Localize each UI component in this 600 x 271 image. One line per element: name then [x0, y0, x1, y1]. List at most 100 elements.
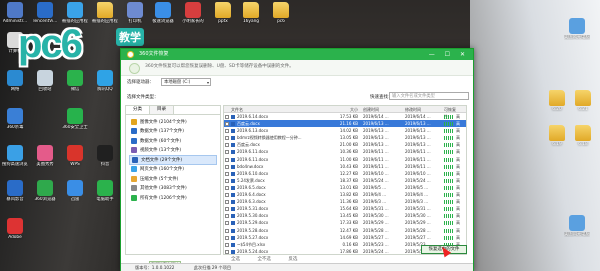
desktop-icon[interactable]: pc6	[268, 2, 294, 24]
desktop-icon[interactable]: 6.20	[544, 90, 570, 112]
row-checkbox[interactable]	[225, 221, 229, 226]
table-row[interactable]: bdo4nw.docx 10.43 KB 2019/6/11 ... 2019/6/1…	[224, 163, 466, 170]
search-input[interactable]: 输入文件名或文件类型	[389, 92, 469, 100]
desktop-icon[interactable]: TencentVi...	[32, 2, 58, 24]
file-name-cell: ~$54节目.xlsx	[230, 241, 334, 248]
desktop-icon[interactable]: 被插的应用程序	[62, 2, 88, 24]
file-type-item[interactable]: 数据文件 (137个文件)	[129, 127, 217, 137]
desktop-icon[interactable]: 360杀毒	[2, 108, 28, 130]
row-checkbox[interactable]	[225, 185, 229, 190]
file-type-item[interactable]: 其他文件 (3083个文件)	[129, 184, 217, 194]
column-header[interactable]: 可恢复性	[444, 106, 456, 119]
file-size: 21.16 KB	[339, 121, 358, 127]
column-header[interactable]	[456, 106, 466, 112]
file-type-item[interactable]: 网页文件 (160个文件)	[129, 165, 217, 175]
title-bar[interactable]: 360文件恢复 — ☐ ✕	[121, 49, 473, 60]
file-type-item[interactable]: 图像文件 (2104个文件)	[129, 117, 217, 127]
desktop-icon[interactable]: 搜狗高速浏览器	[2, 145, 28, 167]
desktop-icon[interactable]: 微信	[62, 70, 88, 92]
row-checkbox[interactable]	[225, 129, 229, 134]
row-checkbox[interactable]	[225, 157, 229, 162]
desktop-icon[interactable]: 回收站	[32, 70, 58, 92]
row-checkbox[interactable]	[225, 214, 229, 219]
desktop-icon[interactable]: 网络	[2, 70, 28, 92]
table-row[interactable]: 2019.6.10.docx 12.27 KB 2019/6/10 ... 2019/…	[224, 170, 466, 177]
row-checkbox[interactable]	[225, 207, 229, 212]
table-row[interactable]: 2019.5.30.docx 13.45 KB 2019/5/30 ... 2019/…	[224, 212, 466, 219]
table-row[interactable]: 2019.5.27.docx 14.69 KB 2019/5/27 ... 2019/…	[224, 234, 466, 241]
desktop-icon[interactable]: 16yang	[238, 2, 264, 24]
tab-directory[interactable]: 目录	[150, 106, 174, 114]
table-row[interactable]: 2019.6.11.docx 11.00 KB 2019/6/11 ... 2019/…	[224, 156, 466, 163]
row-checkbox[interactable]	[225, 228, 229, 233]
app-icon	[67, 145, 83, 161]
file-name: 2019.5.30.docx	[237, 213, 269, 219]
desktop-icon[interactable]: 极速浏览器	[150, 2, 176, 24]
select-none-link[interactable]: 全不选	[257, 257, 271, 262]
file-name-cell: 2019.5.27.docx	[230, 234, 334, 241]
desktop-icon[interactable]: 360安全卫士	[62, 108, 88, 130]
desktop-icon[interactable]: 抖音	[92, 145, 118, 167]
select-all-link[interactable]: 全选	[231, 257, 240, 262]
desktop-icon[interactable]: 迅雷	[62, 180, 88, 202]
table-row[interactable]: 2019.6.13.docx 14.02 KB 2019/6/13 ... 2019/…	[224, 127, 466, 134]
desktop-icon[interactable]: 美国风光电脑(2)	[564, 18, 590, 40]
app-icon	[7, 2, 23, 18]
row-checkbox[interactable]	[225, 171, 229, 176]
desktop-icon[interactable]: 美图秀秀	[32, 145, 58, 167]
desktop-icon[interactable]: 6.21	[570, 90, 596, 112]
row-checkbox[interactable]	[225, 136, 229, 141]
column-header[interactable]: 修改时间	[402, 106, 444, 112]
table-row[interactable]: 2019.5.31.docx 15.64 KB 2019/5/31 ... 2019/…	[224, 205, 466, 212]
row-checkbox[interactable]	[225, 242, 229, 247]
row-checkbox[interactable]	[225, 164, 229, 169]
table-row[interactable]: 2019.6.4.docx 13.82 KB 2019/6/4 ... 2019/6/…	[224, 191, 466, 198]
desktop-icon[interactable]: 被插的应用程序	[92, 2, 118, 24]
tab-category[interactable]: 分类	[126, 106, 150, 114]
desktop-icon-label: 6.19	[552, 142, 562, 147]
file-type-item[interactable]: 视频文件 (13个文件)	[129, 146, 217, 156]
file-type-item[interactable]: 压缩文件 (5个文件)	[129, 174, 217, 184]
row-checkbox[interactable]	[225, 122, 229, 127]
column-header[interactable]: 创建时间	[360, 106, 402, 112]
row-checkbox[interactable]	[225, 143, 229, 148]
file-type-item[interactable]: 数据文件 (60个文件)	[129, 136, 217, 146]
table-row[interactable]: 2019.5.28.docx 12.47 KB 2019/5/28 ... 2019/…	[224, 227, 466, 234]
desktop-icon[interactable]: 360浏览器	[32, 180, 58, 202]
row-checkbox[interactable]	[225, 115, 229, 119]
file-type-item[interactable]: 所有文件 (1206个文件)	[129, 193, 217, 203]
desktop-icon[interactable]: 电脑助手	[92, 180, 118, 202]
desktop-icon[interactable]: pptx	[210, 2, 236, 24]
table-row[interactable]: 百度云.docx 21.16 KB 2019/6/13 ... 2019/6/13 .…	[224, 120, 466, 128]
table-row[interactable]: bdmrz视频转换器使用教程一分钟... 13.05 KB 2019/6/13 ..…	[224, 134, 466, 141]
row-checkbox[interactable]	[225, 235, 229, 240]
row-checkbox[interactable]	[225, 150, 229, 155]
table-row[interactable]: 5.24发票.docx 18.37 KB 2019/5/24 ... 2019/5/2…	[224, 177, 466, 184]
desktop-icon[interactable]: 6.19	[544, 125, 570, 147]
table-row[interactable]: 2019.5.29.docx 17.33 KB 2019/5/29 ... 2019/…	[224, 219, 466, 226]
file-type-item[interactable]: 文档文件 (29个文件)	[129, 155, 217, 165]
drive-select[interactable]: 本地磁盘 (C:) ▾	[161, 78, 211, 86]
desktop-icon[interactable]: 6.18	[570, 125, 596, 147]
row-checkbox[interactable]	[225, 193, 229, 198]
desktop-icon[interactable]: 打印机	[122, 2, 148, 24]
table-row[interactable]: 百度云.docx 21.00 KB 2019/6/13 ... 2019/6/13 .…	[224, 141, 466, 148]
table-row[interactable]: 2019.6.5.docx 13.01 KB 2019/6/5 ... 2019/6/…	[224, 184, 466, 191]
desktop-icon[interactable]: 腾讯QQ	[92, 70, 118, 92]
table-row[interactable]: 2019.6.14.docx 17.53 KB 2019/6/14 ... 2019/…	[224, 113, 466, 120]
row-checkbox[interactable]	[225, 178, 229, 183]
invert-selection-link[interactable]: 反选	[288, 257, 297, 262]
desktop-icon[interactable]: 暴风影音	[2, 180, 28, 202]
desktop-icon[interactable]: 美国风光电脑	[564, 215, 590, 237]
desktop-icon[interactable]: Administr...	[2, 2, 28, 24]
table-row[interactable]: 2019.6.11.docx 10.36 KB 2019/6/11 ... 2019/…	[224, 148, 466, 155]
desktop-icon[interactable]: WPS	[62, 145, 88, 167]
desktop-icon[interactable]: 小明家长的	[180, 2, 206, 24]
row-checkbox[interactable]	[225, 200, 229, 205]
row-checkbox[interactable]	[225, 249, 229, 254]
desktop-icon[interactable]: Adobe	[2, 218, 28, 240]
column-header[interactable]: 大小	[334, 106, 360, 112]
window-controls[interactable]: — ☐ ✕	[429, 49, 469, 60]
table-row[interactable]: 2019.6.3.docx 11.36 KB 2019/6/3 ... 2019/6/…	[224, 198, 466, 205]
column-header[interactable]: 文件名	[230, 106, 334, 112]
